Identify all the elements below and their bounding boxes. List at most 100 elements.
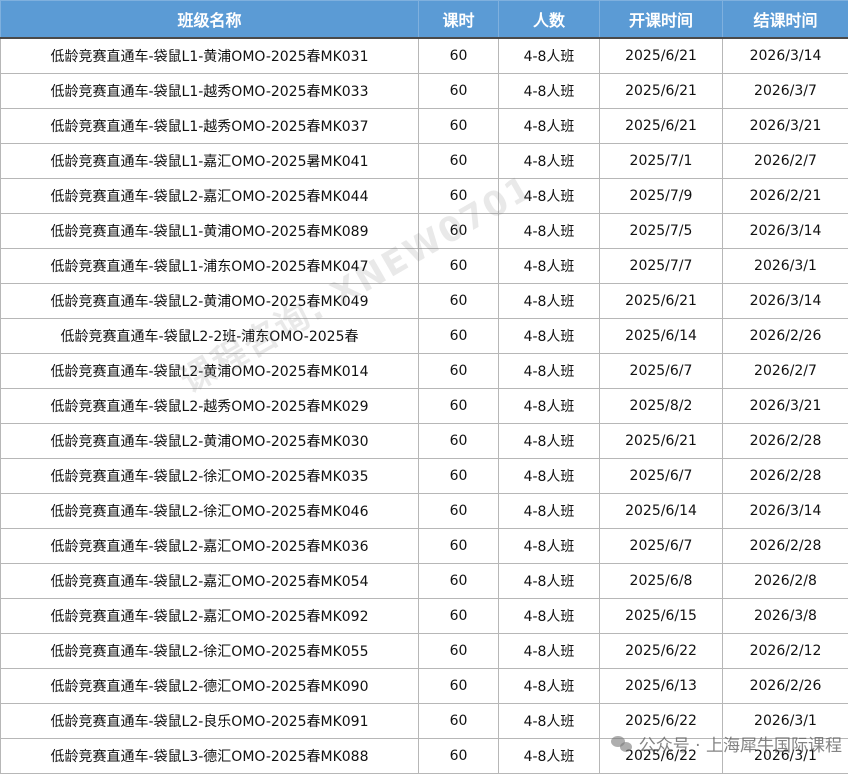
cell-class-name: 低龄竞赛直通车-袋鼠L2-德汇OMO-2025春MK090 [0, 668, 419, 704]
cell-hours: 60 [418, 213, 499, 249]
cell-end-date: 2026/2/28 [722, 528, 848, 564]
cell-end-date: 2026/3/14 [722, 213, 848, 249]
cell-class-name: 低龄竞赛直通车-袋鼠L2-良乐OMO-2025春MK091 [0, 703, 419, 739]
cell-end-date: 2026/2/8 [722, 563, 848, 599]
cell-end-date: 2026/3/8 [722, 598, 848, 634]
table-row: 低龄竞赛直通车-袋鼠L2-良乐OMO-2025春MK091 60 4-8人班 2025… [0, 703, 848, 739]
table-row: 低龄竞赛直通车-袋鼠L2-嘉汇OMO-2025春MK092 60 4-8人班 2025… [0, 598, 848, 634]
cell-hours: 60 [418, 458, 499, 494]
cell-hours: 60 [418, 178, 499, 214]
cell-end-date: 2026/3/14 [722, 493, 848, 529]
cell-start-date: 2025/8/2 [599, 388, 723, 424]
table-row: 低龄竞赛直通车-袋鼠L2-徐汇OMO-2025春MK035 60 4-8人班 2025… [0, 458, 848, 494]
cell-class-name: 低龄竞赛直通车-袋鼠L2-徐汇OMO-2025春MK035 [0, 458, 419, 494]
cell-start-date: 2025/6/21 [599, 108, 723, 144]
cell-end-date: 2026/3/21 [722, 108, 848, 144]
cell-class-name: 低龄竞赛直通车-袋鼠L2-徐汇OMO-2025春MK055 [0, 633, 419, 669]
cell-class-size: 4-8人班 [498, 353, 600, 389]
cell-class-size: 4-8人班 [498, 73, 600, 109]
cell-class-name: 低龄竞赛直通车-袋鼠L1-越秀OMO-2025春MK033 [0, 73, 419, 109]
cell-hours: 60 [418, 423, 499, 459]
cell-hours: 60 [418, 73, 499, 109]
cell-start-date: 2025/6/15 [599, 598, 723, 634]
cell-hours: 60 [418, 633, 499, 669]
cell-class-name: 低龄竞赛直通车-袋鼠L2-越秀OMO-2025春MK029 [0, 388, 419, 424]
cell-class-name: 低龄竞赛直通车-袋鼠L2-黄浦OMO-2025春MK049 [0, 283, 419, 319]
cell-hours: 60 [418, 668, 499, 704]
cell-start-date: 2025/6/7 [599, 458, 723, 494]
table-row: 低龄竞赛直通车-袋鼠L2-嘉汇OMO-2025春MK036 60 4-8人班 2025… [0, 528, 848, 564]
cell-end-date: 2026/2/7 [722, 143, 848, 179]
header-class-name: 班级名称 [0, 0, 419, 39]
cell-class-size: 4-8人班 [498, 143, 600, 179]
table-row: 低龄竞赛直通车-袋鼠L2-越秀OMO-2025春MK029 60 4-8人班 2025… [0, 388, 848, 424]
cell-class-name: 低龄竞赛直通车-袋鼠L1-黄浦OMO-2025春MK031 [0, 37, 419, 74]
table-row: 低龄竞赛直通车-袋鼠L2-嘉汇OMO-2025春MK044 60 4-8人班 2025… [0, 178, 848, 214]
cell-end-date: 2026/2/12 [722, 633, 848, 669]
table-row: 低龄竞赛直通车-袋鼠L1-黄浦OMO-2025春MK031 60 4-8人班 2025… [0, 37, 848, 74]
header-hours: 课时 [418, 0, 499, 39]
table-row: 低龄竞赛直通车-袋鼠L1-黄浦OMO-2025春MK089 60 4-8人班 2025… [0, 213, 848, 249]
cell-start-date: 2025/6/21 [599, 73, 723, 109]
cell-hours: 60 [418, 108, 499, 144]
cell-end-date: 2026/3/1 [722, 703, 848, 739]
cell-hours: 60 [418, 283, 499, 319]
cell-hours: 60 [418, 388, 499, 424]
cell-hours: 60 [418, 563, 499, 599]
cell-class-name: 低龄竞赛直通车-袋鼠L2-嘉汇OMO-2025春MK036 [0, 528, 419, 564]
cell-hours: 60 [418, 143, 499, 179]
cell-start-date: 2025/6/22 [599, 738, 723, 774]
cell-class-name: 低龄竞赛直通车-袋鼠L1-浦东OMO-2025春MK047 [0, 248, 419, 284]
cell-class-name: 低龄竞赛直通车-袋鼠L1-嘉汇OMO-2025暑MK041 [0, 143, 419, 179]
cell-class-size: 4-8人班 [498, 703, 600, 739]
cell-class-size: 4-8人班 [498, 388, 600, 424]
cell-start-date: 2025/6/22 [599, 633, 723, 669]
table-row: 低龄竞赛直通车-袋鼠L2-黄浦OMO-2025春MK014 60 4-8人班 2025… [0, 353, 848, 389]
cell-class-size: 4-8人班 [498, 248, 600, 284]
table-row: 低龄竞赛直通车-袋鼠L3-德汇OMO-2025春MK088 60 4-8人班 2025… [0, 738, 848, 774]
cell-hours: 60 [418, 493, 499, 529]
cell-hours: 60 [418, 703, 499, 739]
cell-hours: 60 [418, 37, 499, 74]
table-row: 低龄竞赛直通车-袋鼠L2-黄浦OMO-2025春MK030 60 4-8人班 2025… [0, 423, 848, 459]
cell-end-date: 2026/2/28 [722, 423, 848, 459]
cell-hours: 60 [418, 353, 499, 389]
cell-end-date: 2026/3/14 [722, 37, 848, 74]
cell-start-date: 2025/6/21 [599, 283, 723, 319]
cell-class-name: 低龄竞赛直通车-袋鼠L2-黄浦OMO-2025春MK030 [0, 423, 419, 459]
cell-hours: 60 [418, 248, 499, 284]
cell-class-size: 4-8人班 [498, 37, 600, 74]
cell-end-date: 2026/3/1 [722, 248, 848, 284]
cell-start-date: 2025/6/7 [599, 528, 723, 564]
cell-hours: 60 [418, 318, 499, 354]
table-row: 低龄竞赛直通车-袋鼠L1-浦东OMO-2025春MK047 60 4-8人班 2025… [0, 248, 848, 284]
header-end-date: 结课时间 [722, 0, 848, 39]
cell-class-size: 4-8人班 [498, 283, 600, 319]
header-class-size: 人数 [498, 0, 600, 39]
cell-hours: 60 [418, 598, 499, 634]
cell-class-name: 低龄竞赛直通车-袋鼠L3-德汇OMO-2025春MK088 [0, 738, 419, 774]
header-start-date: 开课时间 [599, 0, 723, 39]
cell-class-size: 4-8人班 [498, 108, 600, 144]
cell-start-date: 2025/6/14 [599, 493, 723, 529]
table-row: 低龄竞赛直通车-袋鼠L1-嘉汇OMO-2025暑MK041 60 4-8人班 2025… [0, 143, 848, 179]
cell-class-name: 低龄竞赛直通车-袋鼠L2-嘉汇OMO-2025春MK044 [0, 178, 419, 214]
cell-hours: 60 [418, 528, 499, 564]
cell-class-size: 4-8人班 [498, 493, 600, 529]
cell-class-size: 4-8人班 [498, 178, 600, 214]
cell-class-size: 4-8人班 [498, 633, 600, 669]
cell-end-date: 2026/2/21 [722, 178, 848, 214]
table-row: 低龄竞赛直通车-袋鼠L2-嘉汇OMO-2025春MK054 60 4-8人班 2025… [0, 563, 848, 599]
cell-start-date: 2025/7/9 [599, 178, 723, 214]
cell-start-date: 2025/7/5 [599, 213, 723, 249]
cell-class-name: 低龄竞赛直通车-袋鼠L2-嘉汇OMO-2025春MK054 [0, 563, 419, 599]
cell-hours: 60 [418, 738, 499, 774]
cell-class-size: 4-8人班 [498, 423, 600, 459]
cell-end-date: 2026/3/21 [722, 388, 848, 424]
table-row: 低龄竞赛直通车-袋鼠L2-德汇OMO-2025春MK090 60 4-8人班 2025… [0, 668, 848, 704]
cell-class-size: 4-8人班 [498, 598, 600, 634]
table-header-row: 班级名称 课时 人数 开课时间 结课时间 [0, 0, 848, 39]
cell-end-date: 2026/2/26 [722, 668, 848, 704]
table-row: 低龄竞赛直通车-袋鼠L1-越秀OMO-2025春MK037 60 4-8人班 2025… [0, 108, 848, 144]
cell-class-name: 低龄竞赛直通车-袋鼠L2-徐汇OMO-2025春MK046 [0, 493, 419, 529]
